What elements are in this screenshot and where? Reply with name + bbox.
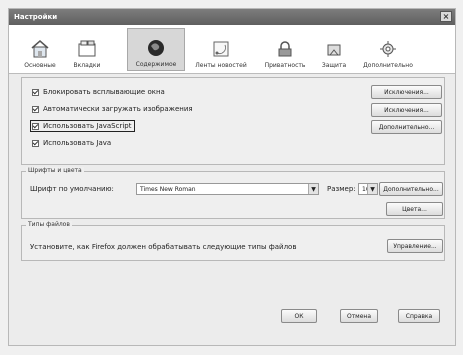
tab-content[interactable]: Содержимое <box>127 28 185 71</box>
block-popups-row[interactable]: Блокировать всплывающие окна <box>32 88 165 96</box>
java-checkbox[interactable] <box>32 139 39 147</box>
file-types-description: Установите, как Firefox должен обрабатыв… <box>30 243 297 251</box>
lock-icon <box>327 44 341 56</box>
javascript-label: Использовать JavaScript <box>43 122 132 130</box>
tab-label: Ленты новостей <box>195 62 247 69</box>
tab-security[interactable]: Защита <box>315 28 353 71</box>
tab-main[interactable]: Основные <box>17 28 63 71</box>
java-label: Использовать Java <box>43 139 112 147</box>
tab-advanced[interactable]: Дополнительно <box>355 28 421 71</box>
fonts-advanced-button[interactable]: Дополнительно... <box>379 182 443 196</box>
toolbar-tabs: Основные Вкладки Содержимое Ленты новост… <box>9 25 455 74</box>
tab-label: Основные <box>24 62 56 69</box>
chevron-down-icon: ▼ <box>367 184 377 194</box>
help-button[interactable]: Справка <box>398 309 440 323</box>
preferences-window: Настройки × Основные Вкладки Содержимое … <box>8 8 456 346</box>
gear-icon <box>380 41 396 57</box>
size-select[interactable]: 16 ▼ <box>358 183 378 195</box>
size-label: Размер: <box>327 185 356 193</box>
tab-feeds[interactable]: Ленты новостей <box>187 28 255 71</box>
close-button[interactable]: × <box>440 11 452 22</box>
tab-tabs[interactable]: Вкладки <box>65 28 109 71</box>
tab-label: Содержимое <box>135 61 177 68</box>
file-types-group: Типы файлов Установите, как Firefox долж… <box>21 221 445 261</box>
load-images-checkbox[interactable] <box>32 105 39 113</box>
file-types-title: Типы файлов <box>26 221 72 228</box>
file-types-description-row: Установите, как Firefox должен обрабатыв… <box>30 243 296 251</box>
title-bar: Настройки × <box>9 9 455 25</box>
default-font-value: Times New Roman <box>140 185 196 193</box>
default-font-select[interactable]: Times New Roman ▼ <box>136 183 319 195</box>
javascript-row[interactable]: Использовать JavaScript <box>30 120 136 132</box>
java-row[interactable]: Использовать Java <box>32 139 111 147</box>
tab-label: Вкладки <box>73 62 101 69</box>
default-font-label: Шрифт по умолчанию: <box>30 185 114 193</box>
globe-icon <box>148 40 164 56</box>
window-title: Настройки <box>14 13 58 21</box>
load-images-row[interactable]: Автоматически загружать изображения <box>32 105 193 113</box>
exceptions-popups-button[interactable]: Исключения... <box>371 85 442 99</box>
fonts-colors-group: Шрифты и цвета Шрифт по умолчанию: Times… <box>21 167 445 219</box>
cancel-button[interactable]: Отмена <box>340 309 378 323</box>
tabs-icon <box>78 40 96 57</box>
house-icon <box>31 40 49 58</box>
block-popups-label: Блокировать всплывающие окна <box>43 88 165 96</box>
size-label-row: Размер: <box>327 185 356 193</box>
advanced-javascript-button[interactable]: Дополнительно... <box>371 120 442 134</box>
block-popups-checkbox[interactable] <box>32 88 39 96</box>
tab-label: Дополнительно <box>363 62 413 69</box>
privacy-icon <box>278 41 292 57</box>
tab-label: Приватность <box>264 62 306 69</box>
javascript-checkbox[interactable] <box>32 122 39 130</box>
load-images-label: Автоматически загружать изображения <box>43 105 193 113</box>
chevron-down-icon: ▼ <box>308 184 318 194</box>
tab-privacy[interactable]: Приватность <box>258 28 312 71</box>
exceptions-images-button[interactable]: Исключения... <box>371 103 442 117</box>
default-font-row: Шрифт по умолчанию: <box>30 185 114 193</box>
content-options-group: Блокировать всплывающие окна Автоматичес… <box>21 77 445 165</box>
feeds-icon <box>213 41 229 57</box>
tab-label: Защита <box>321 62 347 69</box>
colors-button[interactable]: Цвета... <box>386 202 443 216</box>
fonts-colors-title: Шрифты и цвета <box>26 167 84 174</box>
ok-button[interactable]: ОК <box>281 309 317 323</box>
manage-button[interactable]: Управление... <box>387 239 443 253</box>
